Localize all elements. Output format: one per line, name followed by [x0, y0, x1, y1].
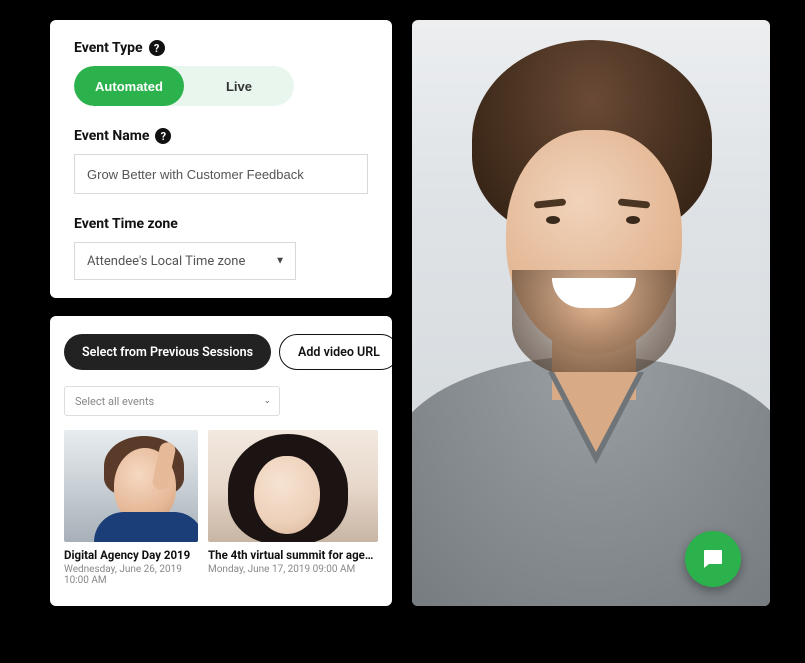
- event-title: Digital Agency Day 2019: [64, 548, 198, 562]
- event-filter-select[interactable]: Select all events ⌄: [64, 386, 280, 416]
- event-filter-value: Select all events: [75, 395, 154, 408]
- chat-icon: [701, 547, 725, 571]
- event-type-automated-button[interactable]: Automated: [74, 66, 184, 106]
- event-name-input[interactable]: [74, 154, 368, 194]
- chat-fab-button[interactable]: [685, 531, 741, 587]
- event-date: Monday, June 17, 2019 09:00 AM: [208, 564, 378, 575]
- event-type-label: Event Type: [74, 40, 143, 56]
- event-name-label-row: Event Name ?: [74, 128, 368, 144]
- help-icon[interactable]: ?: [149, 40, 165, 56]
- session-source-buttons: Select from Previous Sessions Add video …: [64, 334, 378, 370]
- event-thumbnail: [208, 430, 378, 542]
- event-thumbnail: [64, 430, 198, 542]
- event-type-live-button[interactable]: Live: [184, 66, 294, 106]
- event-title: The 4th virtual summit for agencies -: [208, 548, 378, 562]
- previous-events-grid: Digital Agency Day 2019 Wednesday, June …: [64, 430, 378, 586]
- timezone-value: Attendee's Local Time zone: [87, 254, 245, 269]
- add-video-url-button[interactable]: Add video URL: [279, 334, 392, 370]
- presenter-photo: [412, 20, 770, 606]
- event-setup-card: Event Type ? Automated Live Event Name ?…: [50, 20, 392, 298]
- timezone-label-row: Event Time zone: [74, 216, 368, 232]
- event-tile[interactable]: Digital Agency Day 2019 Wednesday, June …: [64, 430, 198, 586]
- event-date: Wednesday, June 26, 2019 10:00 AM: [64, 564, 198, 586]
- sessions-card: Select from Previous Sessions Add video …: [50, 316, 392, 606]
- timezone-label: Event Time zone: [74, 216, 178, 232]
- event-tile[interactable]: The 4th virtual summit for agencies - Mo…: [208, 430, 378, 586]
- event-name-label: Event Name: [74, 128, 149, 144]
- event-type-toggle: Automated Live: [74, 66, 294, 106]
- timezone-select[interactable]: Attendee's Local Time zone ▼: [74, 242, 296, 280]
- event-type-label-row: Event Type ?: [74, 40, 368, 56]
- help-icon[interactable]: ?: [155, 128, 171, 144]
- chevron-down-icon: ⌄: [263, 396, 271, 406]
- caret-down-icon: ▼: [275, 256, 285, 267]
- select-previous-sessions-button[interactable]: Select from Previous Sessions: [64, 334, 271, 370]
